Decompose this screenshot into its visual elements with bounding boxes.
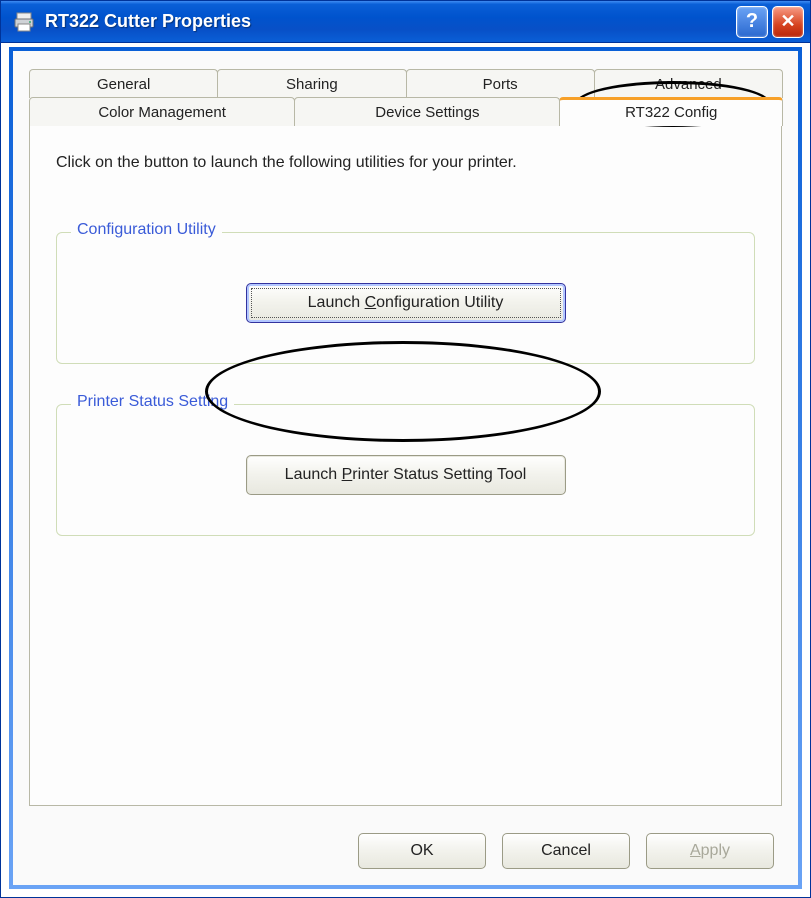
group-legend: Configuration Utility xyxy=(71,221,222,239)
client-frame: General Sharing Ports Advanced Color Man… xyxy=(9,47,802,889)
window-title: RT322 Cutter Properties xyxy=(45,11,732,32)
group-printer-status-setting: Printer Status Setting Launch Printer St… xyxy=(56,404,755,536)
tab-ports[interactable]: Ports xyxy=(406,69,595,98)
client-area: General Sharing Ports Advanced Color Man… xyxy=(13,51,798,885)
tab-rt322-config[interactable]: RT322 Config xyxy=(559,97,783,126)
group-configuration-utility: Configuration Utility Launch Configurati… xyxy=(56,232,755,364)
tab-general[interactable]: General xyxy=(29,69,218,98)
close-button[interactable]: ✕ xyxy=(772,6,804,38)
tab-advanced[interactable]: Advanced xyxy=(594,69,783,98)
printer-icon xyxy=(11,9,37,35)
dialog-button-bar: OK Cancel Apply xyxy=(358,833,774,869)
launch-configuration-utility-button[interactable]: Launch Configuration Utility xyxy=(246,283,566,323)
tab-color-management[interactable]: Color Management xyxy=(29,97,295,126)
apply-button[interactable]: Apply xyxy=(646,833,774,869)
help-button[interactable]: ? xyxy=(736,6,768,38)
close-icon: ✕ xyxy=(780,11,795,32)
tab-sharing[interactable]: Sharing xyxy=(217,69,406,98)
help-icon: ? xyxy=(746,10,758,33)
launch-printer-status-setting-tool-button[interactable]: Launch Printer Status Setting Tool xyxy=(246,455,566,495)
tab-device-settings[interactable]: Device Settings xyxy=(294,97,560,126)
group-legend: Printer Status Setting xyxy=(71,393,234,411)
tab-control: General Sharing Ports Advanced Color Man… xyxy=(29,69,782,806)
instruction-text: Click on the button to launch the follow… xyxy=(56,154,755,172)
properties-dialog: RT322 Cutter Properties ? ✕ General Shar… xyxy=(0,0,811,898)
titlebar: RT322 Cutter Properties ? ✕ xyxy=(1,1,810,43)
ok-button[interactable]: OK xyxy=(358,833,486,869)
cancel-button[interactable]: Cancel xyxy=(502,833,630,869)
tab-panel-rt322-config: Click on the button to launch the follow… xyxy=(29,126,782,806)
